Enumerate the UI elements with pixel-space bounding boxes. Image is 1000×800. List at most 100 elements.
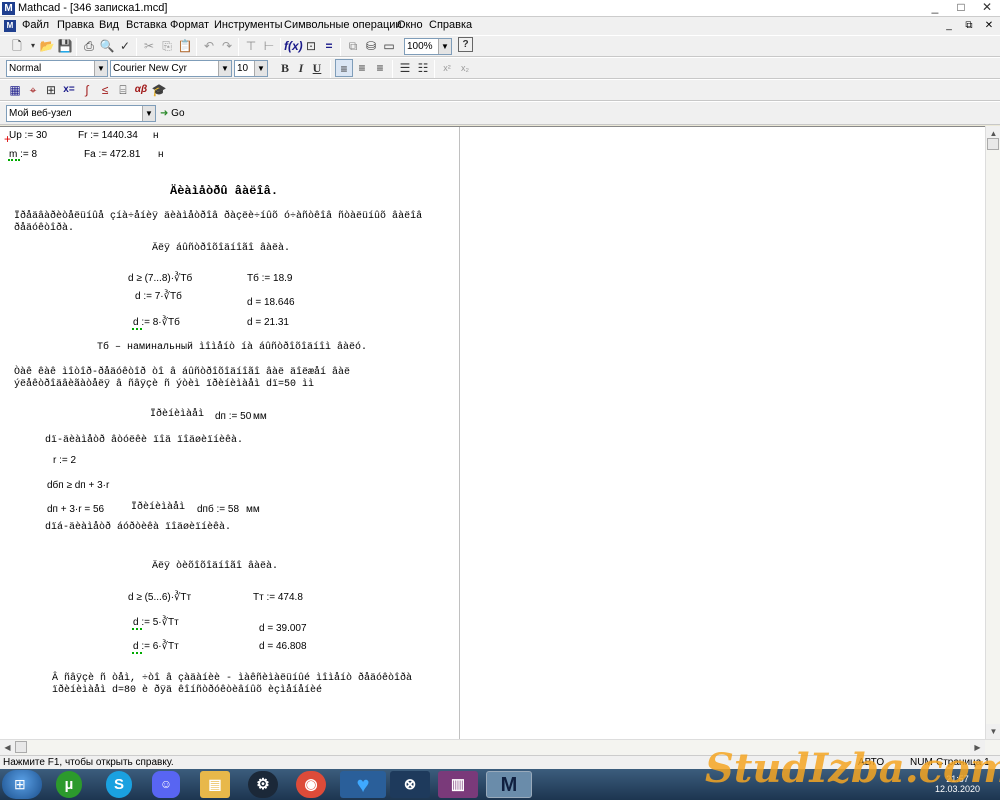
- calculator-palette-icon[interactable]: ▦: [6, 81, 24, 99]
- text-tb-note[interactable]: Тб – наминальный ìîìåíò íà áûñòðîõîäíîì …: [97, 342, 367, 353]
- menu-file[interactable]: Файл: [22, 18, 49, 32]
- scroll-left-icon[interactable]: ◀: [0, 740, 15, 755]
- horizontal-scroll-thumb[interactable]: [15, 741, 27, 753]
- result-d7[interactable]: d = 18.646: [247, 297, 295, 308]
- menu-insert[interactable]: Вставка: [126, 18, 167, 32]
- print-preview-icon[interactable]: 🔍: [98, 37, 116, 55]
- heading-shafts[interactable]: Äèàìåòðû âàëîâ.: [170, 184, 278, 198]
- subheading-fast-shaft[interactable]: Äëÿ áûñòðîõîäíîãî âàëà.: [152, 243, 290, 254]
- insert-component-icon[interactable]: ⛁: [362, 37, 380, 55]
- region-tt[interactable]: Tт := 474.8: [253, 592, 303, 603]
- boolean-palette-icon[interactable]: ≤: [96, 81, 114, 99]
- text-conclusion-line2[interactable]: ïðèíèìàåì d=80 è ðÿä êîíñòðóêòèâíûõ èçìå…: [52, 685, 322, 696]
- menu-edit[interactable]: Правка: [57, 18, 94, 32]
- text-dp-desc[interactable]: dï-äèàìåòð âòóëêè ïîä ïîäøèïíèêà.: [45, 435, 243, 446]
- doc-close-button[interactable]: ✕: [980, 18, 998, 33]
- numbered-list-icon[interactable]: ☷: [414, 59, 432, 77]
- maximize-button[interactable]: □: [948, 0, 974, 16]
- app-icon[interactable]: ⊗: [390, 771, 430, 798]
- superscript-button[interactable]: x²: [438, 59, 456, 77]
- winrar-icon[interactable]: ▥: [438, 771, 478, 798]
- bullet-list-icon[interactable]: ☰: [396, 59, 414, 77]
- redo-icon[interactable]: ↷: [218, 37, 236, 55]
- discord-icon[interactable]: ☺: [152, 771, 180, 798]
- text-motor-line2[interactable]: ýëåêòðîäâèãàòåëÿ â ñâÿçè ñ ýòèì ïðèíèìàå…: [14, 379, 314, 390]
- copy-icon[interactable]: ⎘: [158, 37, 176, 55]
- document-icon[interactable]: M: [4, 20, 16, 32]
- region-fa[interactable]: Fa := 472.81: [84, 149, 140, 160]
- print-icon[interactable]: ⎙: [80, 37, 98, 55]
- region-r[interactable]: r := 2: [53, 455, 76, 466]
- text-accept-2[interactable]: Ïðèíèìàåì: [131, 502, 185, 513]
- zoom-select[interactable]: 100% ▼: [404, 38, 452, 55]
- region-tb[interactable]: Tб := 18.9: [247, 273, 292, 284]
- paste-icon[interactable]: 📋: [176, 37, 194, 55]
- result-d8[interactable]: d = 21.31: [247, 317, 289, 328]
- minimize-button[interactable]: _: [922, 0, 948, 16]
- style-select[interactable]: Normal ▼: [6, 60, 108, 77]
- worksheet[interactable]: + Up := 30 Fr := 1440.34 н m := 8 Fa := …: [0, 126, 985, 739]
- align-across-icon[interactable]: ⊤: [242, 37, 260, 55]
- skype-icon[interactable]: S: [106, 771, 132, 798]
- text-conclusion-line1[interactable]: Â ñâÿçè ñ òåì, ÷òî â çàäàíèè - ìàêñèìàëü…: [52, 673, 412, 684]
- vertical-scrollbar[interactable]: ▲ ▼: [985, 126, 1000, 739]
- close-button[interactable]: ✕: [974, 0, 1000, 16]
- subscript-button[interactable]: x₂: [456, 59, 474, 77]
- calculus-palette-icon[interactable]: ∫: [78, 81, 96, 99]
- formula-d-range-slow[interactable]: d ≥ (5...6)·∛Tт: [128, 592, 191, 603]
- symbolic-palette-icon[interactable]: 🎓: [150, 81, 168, 99]
- insert-unit-icon[interactable]: ⊡: [302, 37, 320, 55]
- menu-help[interactable]: Справка: [429, 18, 472, 32]
- align-down-icon[interactable]: ⊢: [260, 37, 278, 55]
- doc-restore-button[interactable]: ⧉: [960, 18, 978, 33]
- region-dpb[interactable]: dпб := 58: [197, 504, 239, 515]
- result-d5[interactable]: d = 39.007: [259, 623, 307, 634]
- text-motor-line1[interactable]: Òàê êàê ìîòîð-ðåäóêòîð òî â áûñòðîõîäíîã…: [14, 367, 350, 378]
- formula-d-range-fast[interactable]: d ≥ (7...8)·∛Tб: [128, 273, 192, 284]
- resource-center-icon[interactable]: ▭: [380, 37, 398, 55]
- align-left-icon[interactable]: ≡: [335, 59, 353, 77]
- region-up[interactable]: Up := 30: [9, 130, 47, 141]
- font-select[interactable]: Courier New Cyr ▼: [110, 60, 232, 77]
- formula-d5[interactable]: d := 5·∛Tт: [133, 617, 179, 628]
- result-d6[interactable]: d = 46.808: [259, 641, 307, 652]
- text-accept-1[interactable]: Ïðèíèìàåì: [150, 409, 204, 420]
- file-explorer-icon[interactable]: ▤: [200, 771, 230, 798]
- cut-icon[interactable]: ✂: [140, 37, 158, 55]
- spell-check-icon[interactable]: ✓: [116, 37, 134, 55]
- doc-minimize-button[interactable]: _: [940, 18, 958, 33]
- text-intro-line2[interactable]: ðåäóêòîðà.: [14, 223, 74, 234]
- help-icon[interactable]: ?: [458, 37, 473, 52]
- formula-dbp[interactable]: dбп ≥ dп + 3·r: [47, 480, 109, 491]
- graph-palette-icon[interactable]: ⌖: [24, 81, 42, 99]
- menu-window[interactable]: Окно: [397, 18, 423, 32]
- align-right-icon[interactable]: ≡: [371, 59, 389, 77]
- go-button[interactable]: ➜ Go: [160, 105, 190, 123]
- menu-tools[interactable]: Инструменты: [214, 18, 283, 32]
- region-fr[interactable]: Fr := 1440.34: [78, 130, 138, 141]
- underline-button[interactable]: U: [308, 59, 326, 77]
- calculate-icon[interactable]: =: [320, 37, 338, 55]
- heart-app-icon[interactable]: ♥: [340, 771, 386, 798]
- align-center-icon[interactable]: ≡: [353, 59, 371, 77]
- start-button[interactable]: ⊞: [2, 770, 42, 799]
- formula-d7[interactable]: d := 7·∛Tб: [135, 291, 182, 302]
- utorrent-icon[interactable]: µ: [56, 771, 82, 798]
- undo-icon[interactable]: ↶: [200, 37, 218, 55]
- chrome-icon[interactable]: ◉: [296, 771, 326, 798]
- font-size-select[interactable]: 10 ▼: [234, 60, 268, 77]
- insert-function-icon[interactable]: f(x): [284, 37, 303, 55]
- menu-symbolics[interactable]: Символьные операции: [284, 18, 402, 32]
- text-dpb-desc[interactable]: dïá-äèàìåòð áóðòèêà ïîäøèïíèêà.: [45, 522, 231, 533]
- steam-icon[interactable]: ⚙: [248, 771, 278, 798]
- matrix-palette-icon[interactable]: ⊞: [42, 81, 60, 99]
- url-select[interactable]: Мой веб-узел ▼: [6, 105, 156, 122]
- scroll-down-icon[interactable]: ▼: [986, 724, 1000, 739]
- greek-palette-icon[interactable]: αβ: [132, 81, 150, 99]
- menu-view[interactable]: Вид: [99, 18, 119, 32]
- vertical-scroll-thumb[interactable]: [987, 138, 999, 150]
- evaluation-palette-icon[interactable]: x=: [60, 81, 78, 99]
- open-folder-icon[interactable]: 📂: [38, 37, 56, 55]
- mathcad-app-icon[interactable]: M: [2, 2, 15, 15]
- insert-hyperlink-icon[interactable]: ⧉: [344, 37, 362, 55]
